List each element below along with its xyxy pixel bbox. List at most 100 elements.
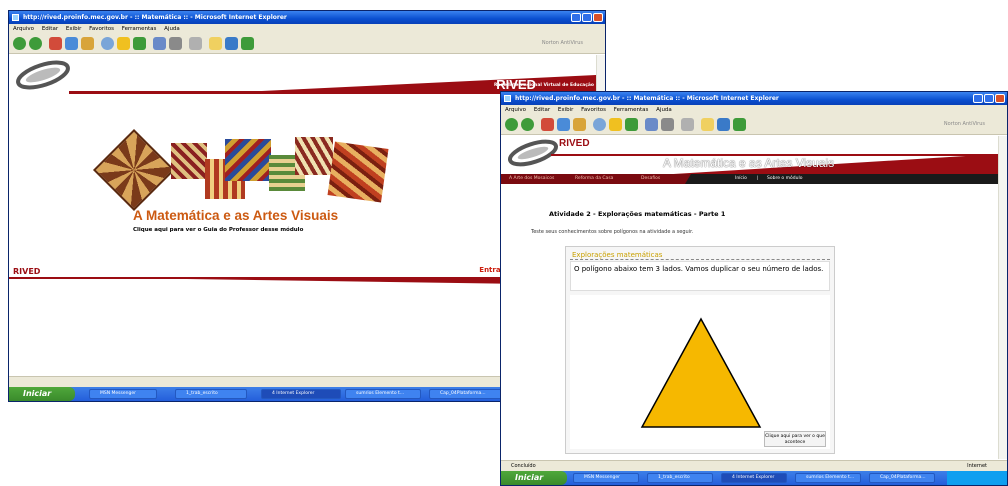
menu-ferramentas[interactable]: Ferramentas bbox=[122, 26, 157, 32]
banner-title: A Matemática e as Artes Visuais bbox=[663, 156, 835, 170]
stop-icon[interactable] bbox=[49, 37, 62, 50]
toolbar: Norton AntiVirus bbox=[9, 34, 605, 54]
nav-sobre[interactable]: Sobre o módulo bbox=[767, 176, 802, 181]
title-bar[interactable]: http://rived.proinfo.mec.gov.br - :: Mat… bbox=[501, 92, 1007, 105]
nav-bar: A Arte dos Mosaicos Reforma da Casa Desa… bbox=[501, 174, 998, 184]
messenger-icon[interactable] bbox=[225, 37, 238, 50]
rived-swoosh-icon bbox=[16, 60, 70, 90]
minimize-button[interactable] bbox=[571, 13, 581, 22]
panel-text: O polígono abaixo tem 3 lados. Vamos dup… bbox=[570, 261, 830, 291]
vertical-scrollbar[interactable] bbox=[998, 136, 1007, 459]
task-sumarios[interactable]: sumrios Elemento t... bbox=[345, 389, 421, 399]
maximize-button[interactable] bbox=[582, 13, 592, 22]
refresh-icon[interactable] bbox=[65, 37, 78, 50]
stop-icon[interactable] bbox=[541, 118, 554, 131]
menu-arquivo[interactable]: Arquivo bbox=[13, 26, 34, 32]
history-icon[interactable] bbox=[625, 118, 638, 131]
task-ie[interactable]: 4 Internet Explorer bbox=[261, 389, 341, 399]
rived-swoosh-icon bbox=[508, 139, 558, 167]
teacher-guide-link[interactable]: Clique aqui para ver o Guia do Professor… bbox=[133, 227, 303, 233]
task-cap[interactable]: Cap_04Plataforma... bbox=[429, 389, 509, 399]
drawing-area: Clique aqui para ver o que acontece bbox=[570, 295, 830, 449]
back-icon[interactable] bbox=[505, 118, 518, 131]
menu-favoritos[interactable]: Favoritos bbox=[89, 26, 114, 32]
forward-icon[interactable] bbox=[521, 118, 534, 131]
favorites-icon[interactable] bbox=[609, 118, 622, 131]
page-content: RIVED A Matemática e as Artes Visuais A … bbox=[501, 136, 1007, 459]
click-to-see-button[interactable]: Clique aqui para ver o que acontece bbox=[764, 431, 826, 447]
module-title: A Matemática e as Artes Visuais bbox=[133, 208, 339, 223]
favorites-icon[interactable] bbox=[117, 37, 130, 50]
start-button[interactable]: Iniciar bbox=[9, 387, 75, 401]
nav-tab-reforma[interactable]: Reforma da Casa bbox=[575, 176, 613, 181]
menu-exibir[interactable]: Exibir bbox=[66, 26, 82, 32]
banner: RIVED Rede Internacional Virtual de Educ… bbox=[9, 55, 596, 95]
menu-bar: Arquivo Editar Exibir Favoritos Ferramen… bbox=[501, 105, 1007, 115]
forward-icon[interactable] bbox=[29, 37, 42, 50]
refresh-icon[interactable] bbox=[557, 118, 570, 131]
toolbar: Norton AntiVirus bbox=[501, 115, 1007, 135]
folder-icon[interactable] bbox=[209, 37, 222, 50]
menu-exibir[interactable]: Exibir bbox=[558, 107, 574, 113]
search-icon[interactable] bbox=[593, 118, 606, 131]
folder-icon[interactable] bbox=[701, 118, 714, 131]
menu-ajuda[interactable]: Ajuda bbox=[164, 26, 180, 32]
start-button[interactable]: Iniciar bbox=[501, 471, 567, 485]
print-icon[interactable] bbox=[661, 118, 674, 131]
task-msn[interactable]: MSN Messenger bbox=[573, 473, 639, 483]
task-msn[interactable]: MSN Messenger bbox=[89, 389, 157, 399]
home-icon[interactable] bbox=[573, 118, 586, 131]
task-sumarios[interactable]: sumrios Elemento t... bbox=[795, 473, 861, 483]
close-button[interactable] bbox=[593, 13, 603, 22]
panel-title: Explorações matemáticas bbox=[572, 251, 663, 259]
menu-ferramentas[interactable]: Ferramentas bbox=[614, 107, 649, 113]
search-icon[interactable] bbox=[101, 37, 114, 50]
research-icon[interactable] bbox=[733, 118, 746, 131]
norton-link[interactable]: Norton AntiVirus bbox=[542, 40, 583, 46]
mosaic-artwork bbox=[92, 128, 389, 212]
messenger-icon[interactable] bbox=[717, 118, 730, 131]
research-icon[interactable] bbox=[241, 37, 254, 50]
triangle-shape bbox=[640, 317, 762, 428]
ie-icon bbox=[12, 14, 19, 21]
menu-editar[interactable]: Editar bbox=[534, 107, 550, 113]
banner-tagline: Rede Internacional Virtual de Educação bbox=[493, 83, 594, 88]
footer-logo: RIVED bbox=[13, 267, 41, 276]
banner-logo: RIVED bbox=[559, 138, 590, 149]
status-bar: Concluído Internet bbox=[501, 460, 1007, 471]
menu-favoritos[interactable]: Favoritos bbox=[581, 107, 606, 113]
nav-inicio[interactable]: Início bbox=[735, 176, 747, 181]
status-text: Concluído bbox=[511, 463, 536, 469]
ie-icon bbox=[504, 95, 511, 102]
nav-tab-mosaicos[interactable]: A Arte dos Mosaicos bbox=[509, 176, 554, 181]
activity-instruction: Teste seus conhecimentos sobre polígonos… bbox=[531, 229, 694, 235]
activity-title: Atividade 2 - Explorações matemáticas - … bbox=[549, 210, 726, 218]
norton-link[interactable]: Norton AntiVirus bbox=[944, 121, 985, 127]
edit-icon[interactable] bbox=[189, 37, 202, 50]
home-icon[interactable] bbox=[81, 37, 94, 50]
browser-window-2: http://rived.proinfo.mec.gov.br - :: Mat… bbox=[500, 91, 1008, 486]
title-bar[interactable]: http://rived.proinfo.mec.gov.br - :: Mat… bbox=[9, 11, 605, 24]
taskbar: Iniciar MSN Messenger 1_trab_escrito 4 I… bbox=[501, 471, 1007, 485]
task-ie[interactable]: 4 Internet Explorer bbox=[721, 473, 787, 483]
close-button[interactable] bbox=[995, 94, 1005, 103]
minimize-button[interactable] bbox=[973, 94, 983, 103]
menu-ajuda[interactable]: Ajuda bbox=[656, 107, 672, 113]
history-icon[interactable] bbox=[133, 37, 146, 50]
window-title: http://rived.proinfo.mec.gov.br - :: Mat… bbox=[515, 95, 779, 102]
menu-bar: Arquivo Editar Exibir Favoritos Ferramen… bbox=[9, 24, 605, 34]
task-trab[interactable]: 1_trab_escrito bbox=[647, 473, 713, 483]
mail-icon[interactable] bbox=[645, 118, 658, 131]
system-tray bbox=[947, 471, 1007, 485]
task-cap[interactable]: Cap_04Plataforma... bbox=[869, 473, 935, 483]
maximize-button[interactable] bbox=[984, 94, 994, 103]
menu-editar[interactable]: Editar bbox=[42, 26, 58, 32]
back-icon[interactable] bbox=[13, 37, 26, 50]
mail-icon[interactable] bbox=[153, 37, 166, 50]
task-trab[interactable]: 1_trab_escrito bbox=[175, 389, 247, 399]
activity-panel: Explorações matemáticas O polígono abaix… bbox=[565, 246, 835, 454]
menu-arquivo[interactable]: Arquivo bbox=[505, 107, 526, 113]
edit-icon[interactable] bbox=[681, 118, 694, 131]
print-icon[interactable] bbox=[169, 37, 182, 50]
nav-tab-desafios[interactable]: Desafios bbox=[641, 176, 660, 181]
